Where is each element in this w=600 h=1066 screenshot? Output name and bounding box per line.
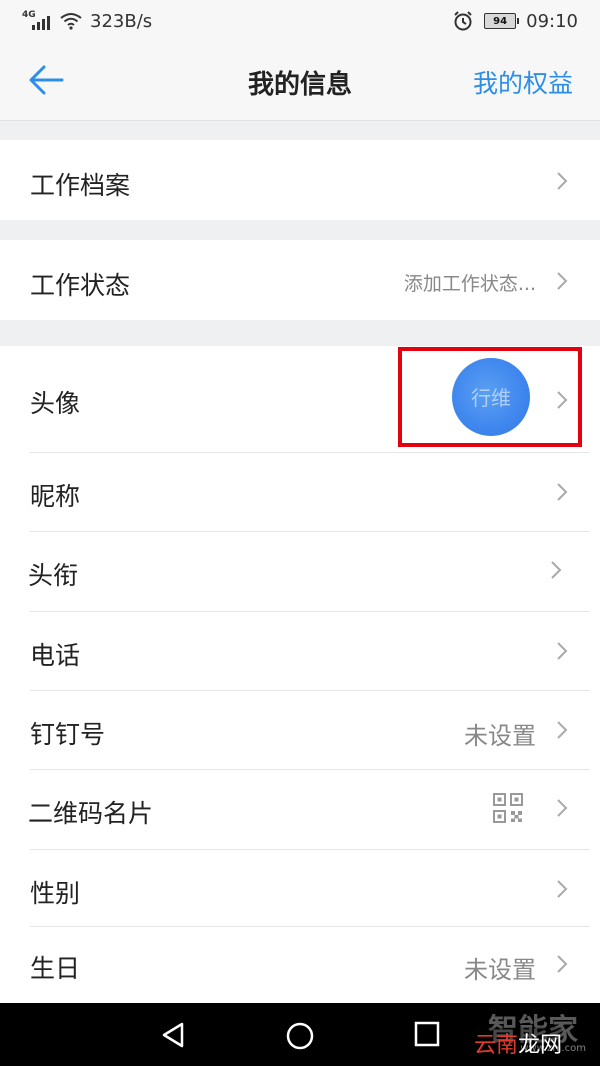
watermark-brand-red: 云南 — [473, 1033, 518, 1058]
work-status-value: 添加工作状态... — [403, 273, 536, 295]
dingtalk-id-value: 未设置 — [464, 722, 536, 750]
wifi-icon — [60, 13, 82, 30]
chevron-right-icon — [557, 955, 568, 973]
nickname-row[interactable]: 昵称 — [0, 453, 600, 531]
highlight-box — [398, 347, 582, 447]
watermark-logo: 智能家 云南龙网 www.znj.com — [442, 1003, 592, 1063]
chevron-right-icon — [557, 483, 568, 501]
qr-card-row[interactable]: 二维码名片 — [0, 770, 600, 849]
chevron-right-icon — [557, 642, 568, 660]
qr-code-icon — [493, 793, 523, 823]
dingtalk-id-label: 钉钉号 — [30, 720, 106, 749]
home-circle-icon[interactable] — [285, 1021, 315, 1051]
nickname-label: 昵称 — [30, 482, 81, 511]
network-type: 4G — [22, 10, 36, 20]
birthday-row[interactable]: 生日 未设置 — [0, 927, 600, 1003]
status-right: 94 09:10 — [452, 8, 578, 34]
work-profile-label: 工作档案 — [30, 171, 131, 200]
gender-row[interactable]: 性别 — [0, 850, 600, 926]
back-triangle-icon[interactable] — [160, 1021, 186, 1049]
dingtalk-id-row[interactable]: 钉钉号 未设置 — [0, 691, 600, 769]
title-label: 头衔 — [28, 561, 79, 590]
chevron-right-icon — [557, 799, 568, 817]
my-benefits-link[interactable]: 我的权益 — [473, 64, 573, 100]
alarm-icon — [454, 11, 472, 31]
work-status-label: 工作状态 — [30, 271, 131, 300]
recents-square-icon[interactable] — [414, 1021, 440, 1047]
network-speed: 323B/s — [90, 10, 153, 32]
signal-icon: 4G — [22, 10, 52, 32]
gender-label: 性别 — [30, 879, 81, 908]
status-bar: 4G 323B/s 94 09:10 — [0, 0, 600, 42]
avatar-label: 头像 — [30, 389, 81, 418]
battery-level: 94 — [493, 15, 508, 27]
birthday-label: 生日 — [30, 954, 81, 983]
battery-icon: 94 — [484, 13, 520, 29]
chevron-right-icon — [551, 561, 562, 579]
chevron-right-icon — [557, 172, 568, 190]
watermark-sub: www.znj.com — [520, 1043, 586, 1054]
birthday-value: 未设置 — [464, 956, 536, 984]
header-bar: 我的信息 我的权益 — [0, 42, 600, 121]
status-left: 4G 323B/s — [22, 8, 152, 34]
phone-label: 电话 — [30, 641, 81, 670]
chevron-right-icon — [557, 880, 568, 898]
status-time: 09:10 — [526, 10, 578, 32]
work-profile-row[interactable]: 工作档案 — [0, 140, 600, 220]
chevron-right-icon — [557, 721, 568, 739]
work-status-row[interactable]: 工作状态 添加工作状态... — [0, 240, 600, 320]
system-nav-bar: 智能家 云南龙网 www.znj.com — [0, 1003, 600, 1066]
phone-row[interactable]: 电话 — [0, 612, 600, 690]
qr-card-label: 二维码名片 — [28, 799, 154, 828]
title-row[interactable]: 头衔 — [0, 532, 600, 611]
chevron-right-icon — [557, 272, 568, 290]
